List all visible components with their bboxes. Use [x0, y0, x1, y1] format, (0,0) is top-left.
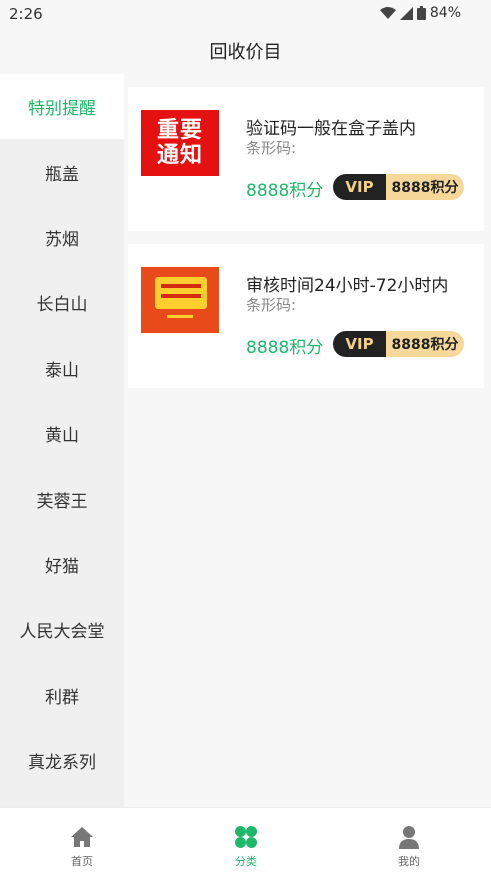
sidebar-item-zhenlong[interactable]: 真龙系列: [0, 728, 124, 793]
price-card[interactable]: 重要 通知 验证码一般在盒子盖内 条形码: 8888积分 VIP 8888积分: [128, 87, 484, 231]
sidebar-item-special-reminder[interactable]: 特别提醒: [0, 74, 124, 140]
card-points: 8888积分: [246, 338, 324, 358]
sidebar-item-huangshan[interactable]: 黄山: [0, 401, 124, 466]
app-header: 回收价目: [0, 28, 491, 74]
notice-thumbnail: 重要 通知: [141, 110, 219, 176]
sidebar-item-bottle-cap[interactable]: 瓶盖: [0, 139, 124, 204]
nav-home[interactable]: 首页: [42, 808, 122, 873]
promo-line: [161, 294, 201, 298]
signal-icon: [399, 6, 413, 20]
page-title: 回收价目: [209, 42, 282, 63]
card-title: 验证码一般在盒子盖内: [246, 119, 416, 139]
status-time: 2:26: [9, 5, 43, 23]
wifi-icon: [379, 7, 396, 19]
card-barcode-label: 条形码:: [246, 139, 297, 157]
home-icon: [71, 827, 93, 847]
notice-thumb-line: 通知: [156, 143, 203, 168]
vip-points: 8888积分: [386, 331, 464, 357]
battery-percent: 84%: [429, 5, 461, 21]
user-icon: [399, 826, 419, 849]
vip-tag: VIP: [333, 331, 386, 357]
promo-banner-shape: [155, 277, 207, 309]
clover-icon: [235, 826, 257, 848]
nav-mine[interactable]: 我的: [369, 808, 449, 873]
vip-points: 8888积分: [386, 174, 464, 200]
sidebar-item-suyan[interactable]: 苏烟: [0, 205, 124, 270]
notice-thumb-line: 重要: [156, 118, 203, 143]
nav-category[interactable]: 分类: [206, 808, 286, 873]
promo-thumbnail: [141, 267, 219, 333]
sidebar-item-changbaishan[interactable]: 长白山: [0, 270, 124, 335]
price-card[interactable]: 审核时间24小时-72小时内 条形码: 8888积分 VIP 8888积分: [128, 244, 484, 388]
sidebar-item-liqun[interactable]: 利群: [0, 663, 124, 728]
card-points: 8888积分: [246, 181, 324, 201]
vip-price-badge: VIP 8888积分: [333, 331, 464, 357]
nav-mine-label: 我的: [398, 855, 420, 868]
price-list: 重要 通知 验证码一般在盒子盖内 条形码: 8888积分 VIP 8888积分 审…: [124, 74, 491, 807]
category-sidebar: 特别提醒 瓶盖 苏烟 长白山 泰山 黄山 芙蓉王 好猫 人民大会堂 利群 真龙系…: [0, 74, 124, 807]
card-barcode-label: 条形码:: [246, 296, 297, 314]
vip-tag: VIP: [333, 174, 386, 200]
nav-home-label: 首页: [71, 855, 93, 868]
sidebar-item-taishan[interactable]: 泰山: [0, 336, 124, 401]
nav-category-label: 分类: [235, 855, 257, 868]
sidebar-item-haomao[interactable]: 好猫: [0, 532, 124, 597]
sidebar-item-furongwang[interactable]: 芙蓉王: [0, 466, 124, 531]
bottom-nav: 首页 分类 我的: [0, 807, 491, 873]
battery-icon: [416, 6, 426, 20]
card-title: 审核时间24小时-72小时内: [246, 276, 449, 296]
promo-line: [161, 284, 201, 288]
status-indicators: 84%: [379, 5, 461, 21]
status-bar: 2:26 84%: [0, 0, 491, 28]
promo-line: [167, 315, 193, 318]
vip-price-badge: VIP 8888积分: [333, 174, 464, 200]
sidebar-item-renmin-dahuitang[interactable]: 人民大会堂: [0, 597, 124, 662]
